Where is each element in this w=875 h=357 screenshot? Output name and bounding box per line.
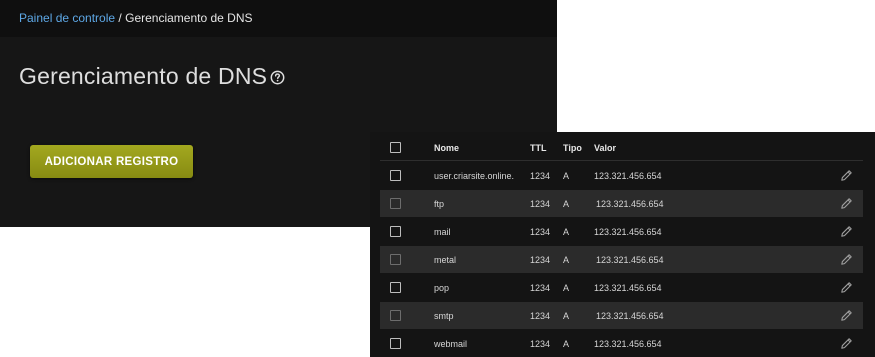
record-ttl: 1234 <box>530 227 551 237</box>
record-value: 123.321.456.654 <box>594 227 662 237</box>
pencil-icon[interactable] <box>839 280 854 295</box>
record-name: pop <box>434 283 450 293</box>
record-ttl: 1234 <box>530 311 551 321</box>
pencil-icon[interactable] <box>839 336 854 351</box>
column-header-ttl: TTL <box>530 143 547 153</box>
pencil-icon[interactable] <box>839 252 854 267</box>
record-ttl: 1234 <box>530 199 551 209</box>
table-row: webmail 1234 A 123.321.456.654 <box>380 330 863 357</box>
header-divider <box>380 160 863 161</box>
breadcrumb-home-link[interactable]: Painel de controle <box>19 11 115 25</box>
row-checkbox[interactable] <box>390 254 401 265</box>
question-circle-icon[interactable] <box>270 70 285 85</box>
record-type: A <box>563 199 570 209</box>
breadcrumb-separator: / <box>118 11 122 25</box>
pencil-icon[interactable] <box>839 196 854 211</box>
record-ttl: 1234 <box>530 255 551 265</box>
record-name: webmail <box>434 339 468 349</box>
pencil-icon[interactable] <box>839 308 854 323</box>
row-checkbox[interactable] <box>390 338 401 349</box>
breadcrumb: Painel de controle / Gerenciamento de DN… <box>19 11 253 25</box>
record-value: 123.321.456.654 <box>596 199 664 209</box>
record-type: A <box>563 171 570 181</box>
table-header-row: Nome TTL Tipo Valor <box>380 134 863 161</box>
pencil-icon[interactable] <box>839 168 854 183</box>
dns-records-table: Nome TTL Tipo Valor user.criarsite.onlin… <box>370 132 875 357</box>
row-checkbox[interactable] <box>390 310 401 321</box>
select-all-checkbox[interactable] <box>390 142 401 153</box>
record-name: smtp <box>434 311 454 321</box>
table-row: ftp 1234 A 123.321.456.654 <box>380 190 863 217</box>
record-name: mail <box>434 227 451 237</box>
record-value: 123.321.456.654 <box>596 255 664 265</box>
record-ttl: 1234 <box>530 339 551 349</box>
row-checkbox[interactable] <box>390 282 401 293</box>
record-value: 123.321.456.654 <box>594 339 662 349</box>
record-type: A <box>563 311 570 321</box>
record-type: A <box>563 227 570 237</box>
table-row: smtp 1234 A 123.321.456.654 <box>380 302 863 329</box>
table-row: user.criarsite.online. 1234 A 123.321.45… <box>380 162 863 189</box>
record-value: 123.321.456.654 <box>594 283 662 293</box>
table-row: metal 1234 A 123.321.456.654 <box>380 246 863 273</box>
record-name: user.criarsite.online. <box>434 171 515 181</box>
page-title: Gerenciamento de DNS <box>19 63 268 89</box>
record-value: 123.321.456.654 <box>594 171 662 181</box>
record-ttl: 1234 <box>530 171 551 181</box>
row-checkbox[interactable] <box>390 170 401 181</box>
record-value: 123.321.456.654 <box>596 311 664 321</box>
breadcrumb-current: Gerenciamento de DNS <box>125 11 253 25</box>
pencil-icon[interactable] <box>839 224 854 239</box>
column-header-name: Nome <box>434 143 460 153</box>
table-row: mail 1234 A 123.321.456.654 <box>380 218 863 245</box>
top-bar: Painel de controle / Gerenciamento de DN… <box>0 0 557 37</box>
row-checkbox[interactable] <box>390 198 401 209</box>
row-checkbox[interactable] <box>390 226 401 237</box>
record-type: A <box>563 283 570 293</box>
record-type: A <box>563 339 570 349</box>
record-name: metal <box>434 255 457 265</box>
column-header-type: Tipo <box>563 143 582 153</box>
record-name: ftp <box>434 199 445 209</box>
record-type: A <box>563 255 570 265</box>
add-record-button[interactable]: ADICIONAR REGISTRO <box>30 145 193 178</box>
table-row: pop 1234 A 123.321.456.654 <box>380 274 863 301</box>
column-header-value: Valor <box>594 143 617 153</box>
record-ttl: 1234 <box>530 283 551 293</box>
